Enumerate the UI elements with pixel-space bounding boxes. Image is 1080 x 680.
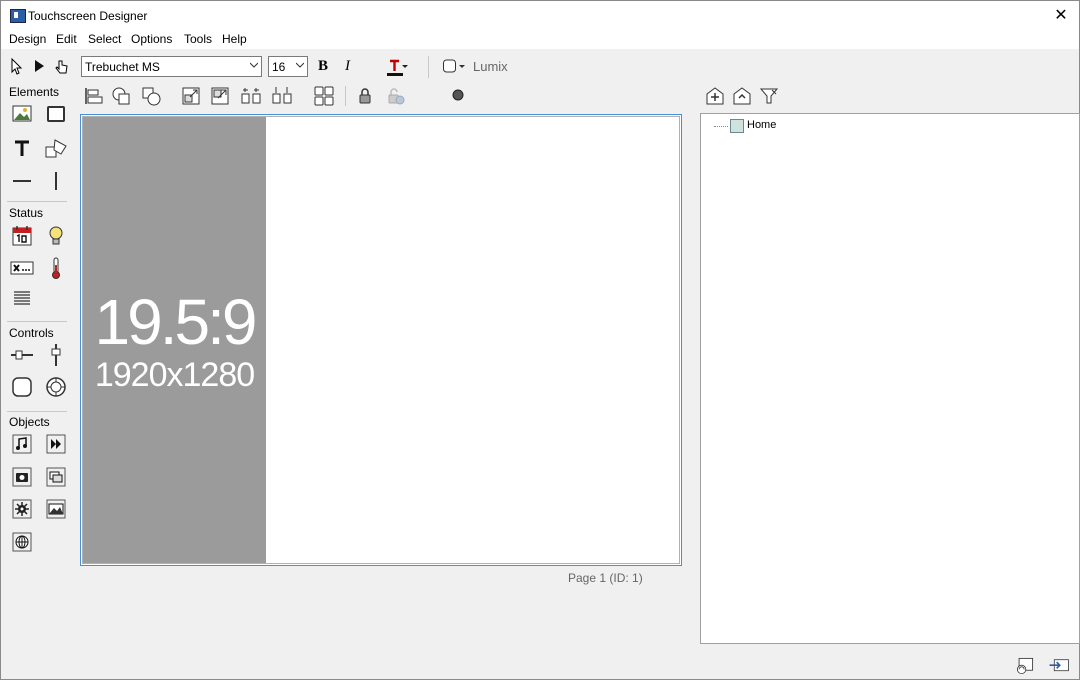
grid-layout-icon[interactable]	[313, 85, 335, 107]
resize-element-icon[interactable]	[209, 85, 231, 107]
design-canvas[interactable]: 19.5:9 1920x1280	[80, 114, 682, 566]
title-bar: Touchscreen Designer ✕	[1, 1, 1079, 31]
palette-controls-label: Controls	[9, 326, 54, 340]
background-image-panel[interactable]: 19.5:9 1920x1280	[83, 117, 266, 563]
media-control-object-icon[interactable]	[43, 431, 69, 457]
distribute-vertical-icon[interactable]	[271, 85, 293, 107]
sync-page-icon[interactable]	[1014, 655, 1040, 677]
thermometer-icon[interactable]	[43, 255, 69, 281]
web-browser-object-icon[interactable]	[9, 529, 35, 555]
unlock-icon[interactable]	[385, 85, 407, 107]
list-view-icon[interactable]	[9, 285, 35, 311]
page-id-label: Page 1 (ID: 1)	[568, 571, 643, 585]
toolbar-separator	[428, 56, 429, 78]
audio-object-icon[interactable]	[9, 431, 35, 457]
font-family-select[interactable]: Trebuchet MS	[81, 56, 262, 77]
app-window: Touchscreen Designer ✕ Design Edit Selec…	[0, 0, 1080, 680]
tree-connector	[714, 126, 728, 127]
font-size-value: 16	[272, 60, 286, 74]
resolution-text: 1920x1280	[94, 356, 255, 394]
text-color-icon	[387, 59, 408, 76]
horizontal-slider-icon[interactable]	[9, 342, 35, 368]
settings-object-icon[interactable]	[9, 496, 35, 522]
status-dot-icon[interactable]	[447, 85, 469, 107]
text-element-icon[interactable]	[9, 136, 35, 162]
camera-object-icon[interactable]	[9, 464, 35, 490]
window-title: Touchscreen Designer	[28, 9, 148, 23]
chevron-down-icon	[296, 62, 304, 68]
palette-elements-label: Elements	[9, 85, 60, 99]
italic-button[interactable]: I	[345, 58, 350, 75]
button-control-icon[interactable]	[9, 374, 35, 400]
distribute-horizontal-icon[interactable]	[240, 85, 262, 107]
add-page-icon[interactable]	[704, 85, 726, 107]
align-left-icon[interactable]	[82, 85, 104, 107]
theme-icon	[443, 59, 465, 73]
menu-help[interactable]: Help	[222, 32, 247, 46]
menu-edit[interactable]: Edit	[56, 32, 77, 46]
landscape-object-icon[interactable]	[43, 496, 69, 522]
horizontal-line-icon[interactable]	[9, 168, 35, 194]
aspect-ratio-text: 19.5:9	[94, 286, 258, 358]
menu-bar: Design Edit Select Options Tools Help	[1, 31, 1079, 49]
frame-element-icon[interactable]	[43, 101, 69, 127]
calendar-icon[interactable]	[9, 223, 35, 249]
export-icon[interactable]	[1048, 655, 1076, 677]
lightbulb-icon[interactable]	[43, 223, 69, 249]
page-surface[interactable]: 19.5:9 1920x1280	[82, 116, 680, 564]
hand-pointer-icon[interactable]	[51, 55, 73, 77]
palette-divider	[7, 321, 67, 322]
dial-control-icon[interactable]	[43, 374, 69, 400]
page-node-icon	[730, 119, 744, 133]
vertical-line-icon[interactable]	[43, 168, 69, 194]
close-button[interactable]: ✕	[1043, 1, 1079, 31]
vertical-slider-icon[interactable]	[43, 342, 69, 368]
bold-button[interactable]: B	[318, 58, 328, 75]
font-family-value: Trebuchet MS	[85, 60, 160, 74]
menu-select[interactable]: Select	[88, 32, 121, 46]
page-filter-icon[interactable]	[758, 85, 780, 107]
palette-objects-label: Objects	[9, 415, 50, 429]
tree-node-home[interactable]: Home	[747, 119, 776, 131]
toolbar-separator	[345, 86, 346, 106]
palette-divider	[7, 201, 67, 202]
size-to-fit-icon[interactable]	[180, 85, 202, 107]
run-play-icon[interactable]	[28, 55, 50, 77]
menu-design[interactable]: Design	[9, 32, 46, 46]
page-tree-panel: Home	[700, 113, 1080, 644]
image-element-icon[interactable]	[9, 101, 35, 127]
window-stack-object-icon[interactable]	[43, 464, 69, 490]
menu-options[interactable]: Options	[131, 32, 172, 46]
text-color-button[interactable]	[386, 56, 410, 78]
palette-divider	[7, 411, 67, 412]
font-size-select[interactable]: 16	[268, 56, 308, 77]
chevron-down-icon	[250, 62, 258, 68]
lock-icon[interactable]	[354, 85, 376, 107]
menu-tools[interactable]: Tools	[184, 32, 212, 46]
select-arrow-icon[interactable]	[5, 55, 27, 77]
theme-select-button[interactable]	[442, 58, 470, 76]
add-subpage-icon[interactable]	[731, 85, 753, 107]
bring-forward-icon[interactable]	[110, 85, 132, 107]
app-icon	[10, 9, 26, 23]
variable-display-icon[interactable]	[9, 255, 35, 281]
palette-status-label: Status	[9, 206, 44, 220]
shape-element-icon[interactable]	[43, 136, 69, 162]
theme-label: Lumix	[473, 59, 508, 74]
send-backward-icon[interactable]	[140, 85, 162, 107]
